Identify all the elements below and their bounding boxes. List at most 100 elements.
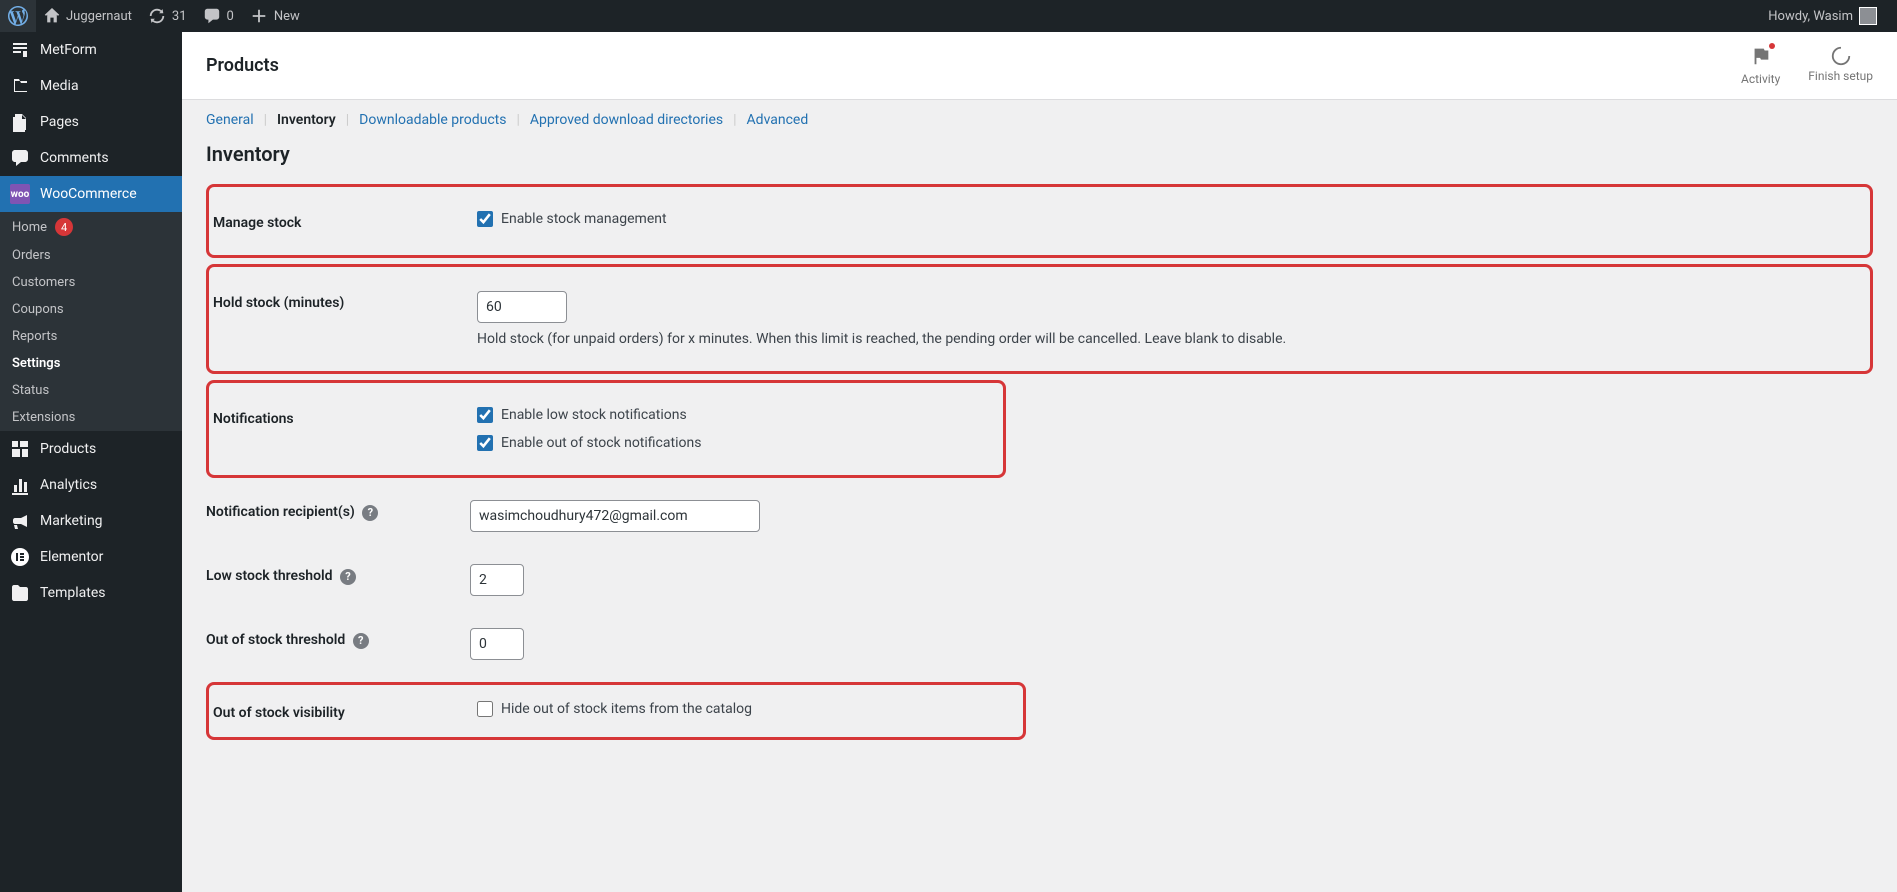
subtab-separator: | <box>516 112 519 128</box>
woo-submenu: Home 4 Orders Customers Coupons Reports … <box>0 212 182 431</box>
refresh-icon <box>148 7 166 25</box>
hold-stock-help: Hold stock (for unpaid orders) for x min… <box>477 331 1866 347</box>
admin-sidebar: MetForm Media Pages Comments woo WooComm… <box>0 32 182 892</box>
form-icon <box>10 40 30 60</box>
manage-stock-checkbox[interactable] <box>477 211 493 227</box>
row-manage-stock: Manage stock Enable stock management <box>213 195 1866 247</box>
subtab-separator: | <box>733 112 736 128</box>
sidebar-label: Comments <box>40 150 109 166</box>
sidebar-item-woocommerce[interactable]: woo WooCommerce <box>0 176 182 212</box>
main-content: Products Activity Finish setup General |… <box>182 32 1897 786</box>
sidebar-label: Elementor <box>40 549 103 565</box>
help-icon[interactable]: ? <box>353 633 369 649</box>
sidebar-label: Marketing <box>40 513 103 529</box>
submenu-item-extensions[interactable]: Extensions <box>0 404 182 431</box>
label-visibility: Out of stock visibility <box>213 705 345 721</box>
submenu-label: Orders <box>12 248 51 263</box>
label-manage-stock: Manage stock <box>213 215 301 231</box>
notification-dot-icon <box>1769 43 1775 49</box>
sidebar-item-pages[interactable]: Pages <box>0 104 182 140</box>
label-out-threshold: Out of stock threshold <box>206 632 345 648</box>
sidebar-item-marketing[interactable]: Marketing <box>0 503 182 539</box>
help-icon[interactable]: ? <box>340 569 356 585</box>
subtab-downloadable[interactable]: Downloadable products <box>359 112 506 128</box>
sidebar-label: WooCommerce <box>40 186 137 202</box>
activity-button[interactable]: Activity <box>1741 45 1780 86</box>
comment-icon <box>10 148 30 168</box>
progress-circle-icon <box>1830 45 1852 67</box>
label-hold-stock: Hold stock (minutes) <box>213 295 344 311</box>
submenu-item-status[interactable]: Status <box>0 377 182 404</box>
submenu-item-reports[interactable]: Reports <box>0 323 182 350</box>
submenu-item-customers[interactable]: Customers <box>0 269 182 296</box>
settings-subtabs: General | Inventory | Downloadable produ… <box>206 112 1873 128</box>
row-hold-stock: Hold stock (minutes) Hold stock (for unp… <box>213 275 1866 363</box>
out-stock-notify-checkbox[interactable] <box>477 435 493 451</box>
site-link[interactable]: Juggernaut <box>36 0 140 32</box>
recipient-input[interactable] <box>470 500 760 532</box>
visibility-checkbox[interactable] <box>477 701 493 717</box>
submenu-label: Reports <box>12 329 57 344</box>
highlight-manage-stock: Manage stock Enable stock management <box>206 184 1873 258</box>
howdy-text: Howdy, Wasim <box>1768 9 1853 24</box>
label-recipient: Notification recipient(s) <box>206 504 355 520</box>
subtab-advanced[interactable]: Advanced <box>747 112 809 128</box>
admin-bar-left: Juggernaut 31 0 New <box>0 0 308 32</box>
page-title: Products <box>206 55 279 76</box>
finish-setup-label: Finish setup <box>1808 69 1873 83</box>
templates-icon <box>10 583 30 603</box>
woo-icon: woo <box>10 184 30 204</box>
submenu-label: Home <box>12 220 47 235</box>
flag-icon <box>1750 45 1772 67</box>
label-notifications: Notifications <box>213 411 294 427</box>
sidebar-item-analytics[interactable]: Analytics <box>0 467 182 503</box>
sidebar-item-templates[interactable]: Templates <box>0 575 182 611</box>
finish-setup-button[interactable]: Finish setup <box>1808 45 1873 86</box>
highlight-notifications: Notifications Enable low stock notificat… <box>206 380 1006 478</box>
comments-count: 0 <box>227 9 234 24</box>
admin-bar: Juggernaut 31 0 New Howdy, Wasim <box>0 0 1897 32</box>
submenu-label: Status <box>12 383 49 398</box>
section-title: Inventory <box>206 142 1873 166</box>
activity-label: Activity <box>1741 72 1780 86</box>
subtab-approved-dirs[interactable]: Approved download directories <box>530 112 723 128</box>
comment-icon <box>203 7 221 25</box>
pages-icon <box>10 112 30 132</box>
row-notifications: Notifications Enable low stock notificat… <box>213 391 999 467</box>
help-icon[interactable]: ? <box>362 505 378 521</box>
sidebar-label: Templates <box>40 585 106 601</box>
new-link[interactable]: New <box>242 0 308 32</box>
submenu-item-home[interactable]: Home 4 <box>0 212 182 242</box>
low-threshold-input[interactable] <box>470 564 524 596</box>
wp-logo-button[interactable] <box>0 0 36 32</box>
sidebar-label: Analytics <box>40 477 97 493</box>
submenu-item-settings[interactable]: Settings <box>0 350 182 377</box>
comments-link[interactable]: 0 <box>195 0 242 32</box>
plus-icon <box>250 7 268 25</box>
hold-stock-input[interactable] <box>477 291 567 323</box>
wordpress-icon <box>8 6 28 26</box>
sidebar-item-elementor[interactable]: Elementor <box>0 539 182 575</box>
label-low-threshold: Low stock threshold <box>206 568 333 584</box>
submenu-item-orders[interactable]: Orders <box>0 242 182 269</box>
sidebar-item-media[interactable]: Media <box>0 68 182 104</box>
subtab-separator: | <box>264 112 267 128</box>
sidebar-label: Pages <box>40 114 79 130</box>
updates-link[interactable]: 31 <box>140 0 195 32</box>
submenu-item-coupons[interactable]: Coupons <box>0 296 182 323</box>
out-threshold-input[interactable] <box>470 628 524 660</box>
out-stock-notify-label: Enable out of stock notifications <box>501 435 701 451</box>
analytics-icon <box>10 475 30 495</box>
account-link[interactable]: Howdy, Wasim <box>1760 7 1885 25</box>
badge-count: 4 <box>55 218 73 236</box>
avatar-icon <box>1859 7 1877 25</box>
subtab-general[interactable]: General <box>206 112 254 128</box>
sidebar-label: Media <box>40 78 79 94</box>
low-stock-notify-checkbox[interactable] <box>477 407 493 423</box>
sidebar-item-comments[interactable]: Comments <box>0 140 182 176</box>
sidebar-label: Products <box>40 441 96 457</box>
subtab-inventory[interactable]: Inventory <box>277 112 336 128</box>
sidebar-item-metform[interactable]: MetForm <box>0 32 182 68</box>
settings-content: General | Inventory | Downloadable produ… <box>182 100 1897 786</box>
sidebar-item-products[interactable]: Products <box>0 431 182 467</box>
